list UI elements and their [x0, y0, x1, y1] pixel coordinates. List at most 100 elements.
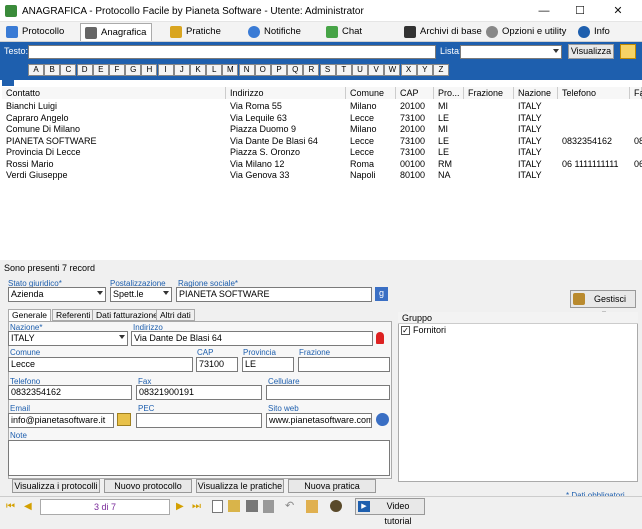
letter-button[interactable]: Q — [287, 64, 304, 76]
video-tutorial-button[interactable]: ▶ Video tutorial — [355, 498, 425, 526]
tab-opzioni[interactable]: Opzioni e utility — [482, 23, 572, 41]
table-cell[interactable] — [468, 101, 514, 112]
table-cell[interactable]: ITALY — [518, 147, 558, 158]
save-icon[interactable] — [246, 500, 258, 512]
table-cell[interactable]: 00100 — [400, 159, 434, 170]
column-header[interactable]: Pro... — [434, 87, 464, 99]
table-cell[interactable]: RM — [438, 159, 464, 170]
search-input[interactable] — [28, 45, 436, 59]
table-cell[interactable] — [562, 113, 630, 124]
next-record-icon[interactable]: ▶ — [176, 501, 184, 512]
subtab-fatturazione[interactable]: Dati fatturazione — [92, 309, 162, 321]
ragione-input[interactable]: PIANETA SOFTWARE — [176, 287, 372, 302]
table-cell[interactable]: Comune Di Milano — [6, 124, 226, 135]
provincia-input[interactable]: LE — [242, 357, 294, 372]
table-cell[interactable]: Via Dante De Blasi 64 — [230, 136, 346, 147]
post-select[interactable]: Spett.le — [110, 287, 172, 302]
table-cell[interactable]: 73100 — [400, 147, 434, 158]
table-cell[interactable]: 08 — [634, 136, 642, 147]
letter-button[interactable]: S — [319, 64, 336, 76]
column-header[interactable]: Telefono — [558, 87, 630, 99]
column-header[interactable]: Fa — [630, 87, 642, 99]
letter-button[interactable]: W — [384, 64, 401, 76]
table-cell[interactable]: LE — [438, 147, 464, 158]
letter-button[interactable]: X — [400, 64, 417, 76]
letter-button[interactable]: F — [109, 64, 125, 76]
column-header[interactable]: Comune — [346, 87, 396, 99]
column-header[interactable]: Frazione — [464, 87, 514, 99]
note-textarea[interactable] — [8, 440, 390, 476]
subtab-referenti[interactable]: Referenti — [52, 309, 95, 321]
frazione-input[interactable] — [298, 357, 390, 372]
table-cell[interactable]: MI — [438, 124, 464, 135]
letter-button[interactable]: K — [190, 64, 206, 76]
email-input[interactable]: info@pianetasoftware.it — [8, 413, 114, 428]
table-cell[interactable] — [634, 101, 642, 112]
prev-record-icon[interactable]: ◀ — [24, 501, 32, 512]
cellulare-input[interactable] — [266, 385, 390, 400]
table-cell[interactable]: MI — [438, 101, 464, 112]
table-cell[interactable]: Rossi Mario — [6, 159, 226, 170]
table-cell[interactable]: Lecce — [350, 113, 396, 124]
tab-info[interactable]: Info — [574, 23, 634, 41]
indirizzo-input[interactable]: Via Dante De Blasi 64 — [131, 331, 373, 346]
table-cell[interactable] — [468, 136, 514, 147]
table-cell[interactable]: LE — [438, 113, 464, 124]
table-cell[interactable] — [634, 124, 642, 135]
letter-button[interactable]: M — [222, 64, 239, 76]
table-cell[interactable] — [562, 147, 630, 158]
globe-icon[interactable] — [376, 413, 389, 426]
first-record-icon[interactable]: ⏮ — [6, 501, 15, 512]
mail-icon[interactable] — [117, 413, 131, 426]
letter-button[interactable]: N — [238, 64, 255, 76]
subtab-generale[interactable]: Generale — [8, 309, 51, 321]
tab-archivi[interactable]: Archivi di base — [400, 23, 482, 41]
column-header[interactable]: Nazione — [514, 87, 558, 99]
gestisci-liste-button[interactable]: Gestisci liste — [570, 290, 636, 320]
nuova-pratica-button[interactable]: Nuova pratica — [288, 479, 376, 493]
letter-button[interactable]: U — [352, 64, 368, 76]
table-cell[interactable]: Milano — [350, 101, 396, 112]
letter-button[interactable]: A — [28, 64, 44, 76]
table-cell[interactable]: Lecce — [350, 147, 396, 158]
table-cell[interactable]: 06 1111111111 — [562, 159, 630, 170]
nazione-select[interactable]: ITALY — [8, 331, 128, 346]
letter-button[interactable]: D — [76, 64, 93, 76]
tab-pratiche[interactable]: Pratiche — [166, 23, 236, 41]
tab-notifiche[interactable]: Notifiche — [244, 23, 314, 41]
table-cell[interactable] — [468, 147, 514, 158]
google-search-icon[interactable]: g — [375, 287, 388, 301]
trash-icon[interactable] — [263, 500, 274, 513]
table-cell[interactable]: NA — [438, 170, 464, 181]
undo-icon[interactable]: ↶ — [285, 499, 294, 512]
column-header[interactable]: CAP — [396, 87, 434, 99]
close-button[interactable]: ✕ — [604, 3, 632, 19]
visualizza-button[interactable]: Visualizza — [568, 44, 614, 59]
table-cell[interactable]: Milano — [350, 124, 396, 135]
telefono-input[interactable]: 0832354162 — [8, 385, 132, 400]
letter-button[interactable]: Z — [433, 64, 449, 76]
table-cell[interactable]: Via Genova 33 — [230, 170, 346, 181]
table-cell[interactable]: PIANETA SOFTWARE — [6, 136, 226, 147]
letter-button[interactable]: G — [125, 64, 142, 76]
table-cell[interactable] — [634, 147, 642, 158]
letter-button[interactable]: T — [335, 64, 352, 76]
letter-button[interactable]: L — [206, 64, 223, 76]
pec-input[interactable] — [136, 413, 262, 428]
column-header[interactable]: Contatto — [2, 87, 226, 99]
users-group-icon[interactable] — [330, 500, 342, 512]
table-cell[interactable] — [562, 124, 630, 135]
letter-button[interactable]: B — [44, 64, 61, 76]
table-cell[interactable]: 73100 — [400, 136, 434, 147]
filter-icon[interactable] — [620, 44, 636, 59]
fax-input[interactable]: 08321900191 — [136, 385, 262, 400]
table-cell[interactable] — [468, 159, 514, 170]
table-cell[interactable]: Via Roma 55 — [230, 101, 346, 112]
table-cell[interactable] — [562, 101, 630, 112]
table-cell[interactable]: Roma — [350, 159, 396, 170]
table-cell[interactable]: 20100 — [400, 101, 434, 112]
comune-input[interactable]: Lecce — [8, 357, 193, 372]
cap-input[interactable]: 73100 — [196, 357, 238, 372]
table-cell[interactable] — [468, 113, 514, 124]
table-cell[interactable]: Napoli — [350, 170, 396, 181]
